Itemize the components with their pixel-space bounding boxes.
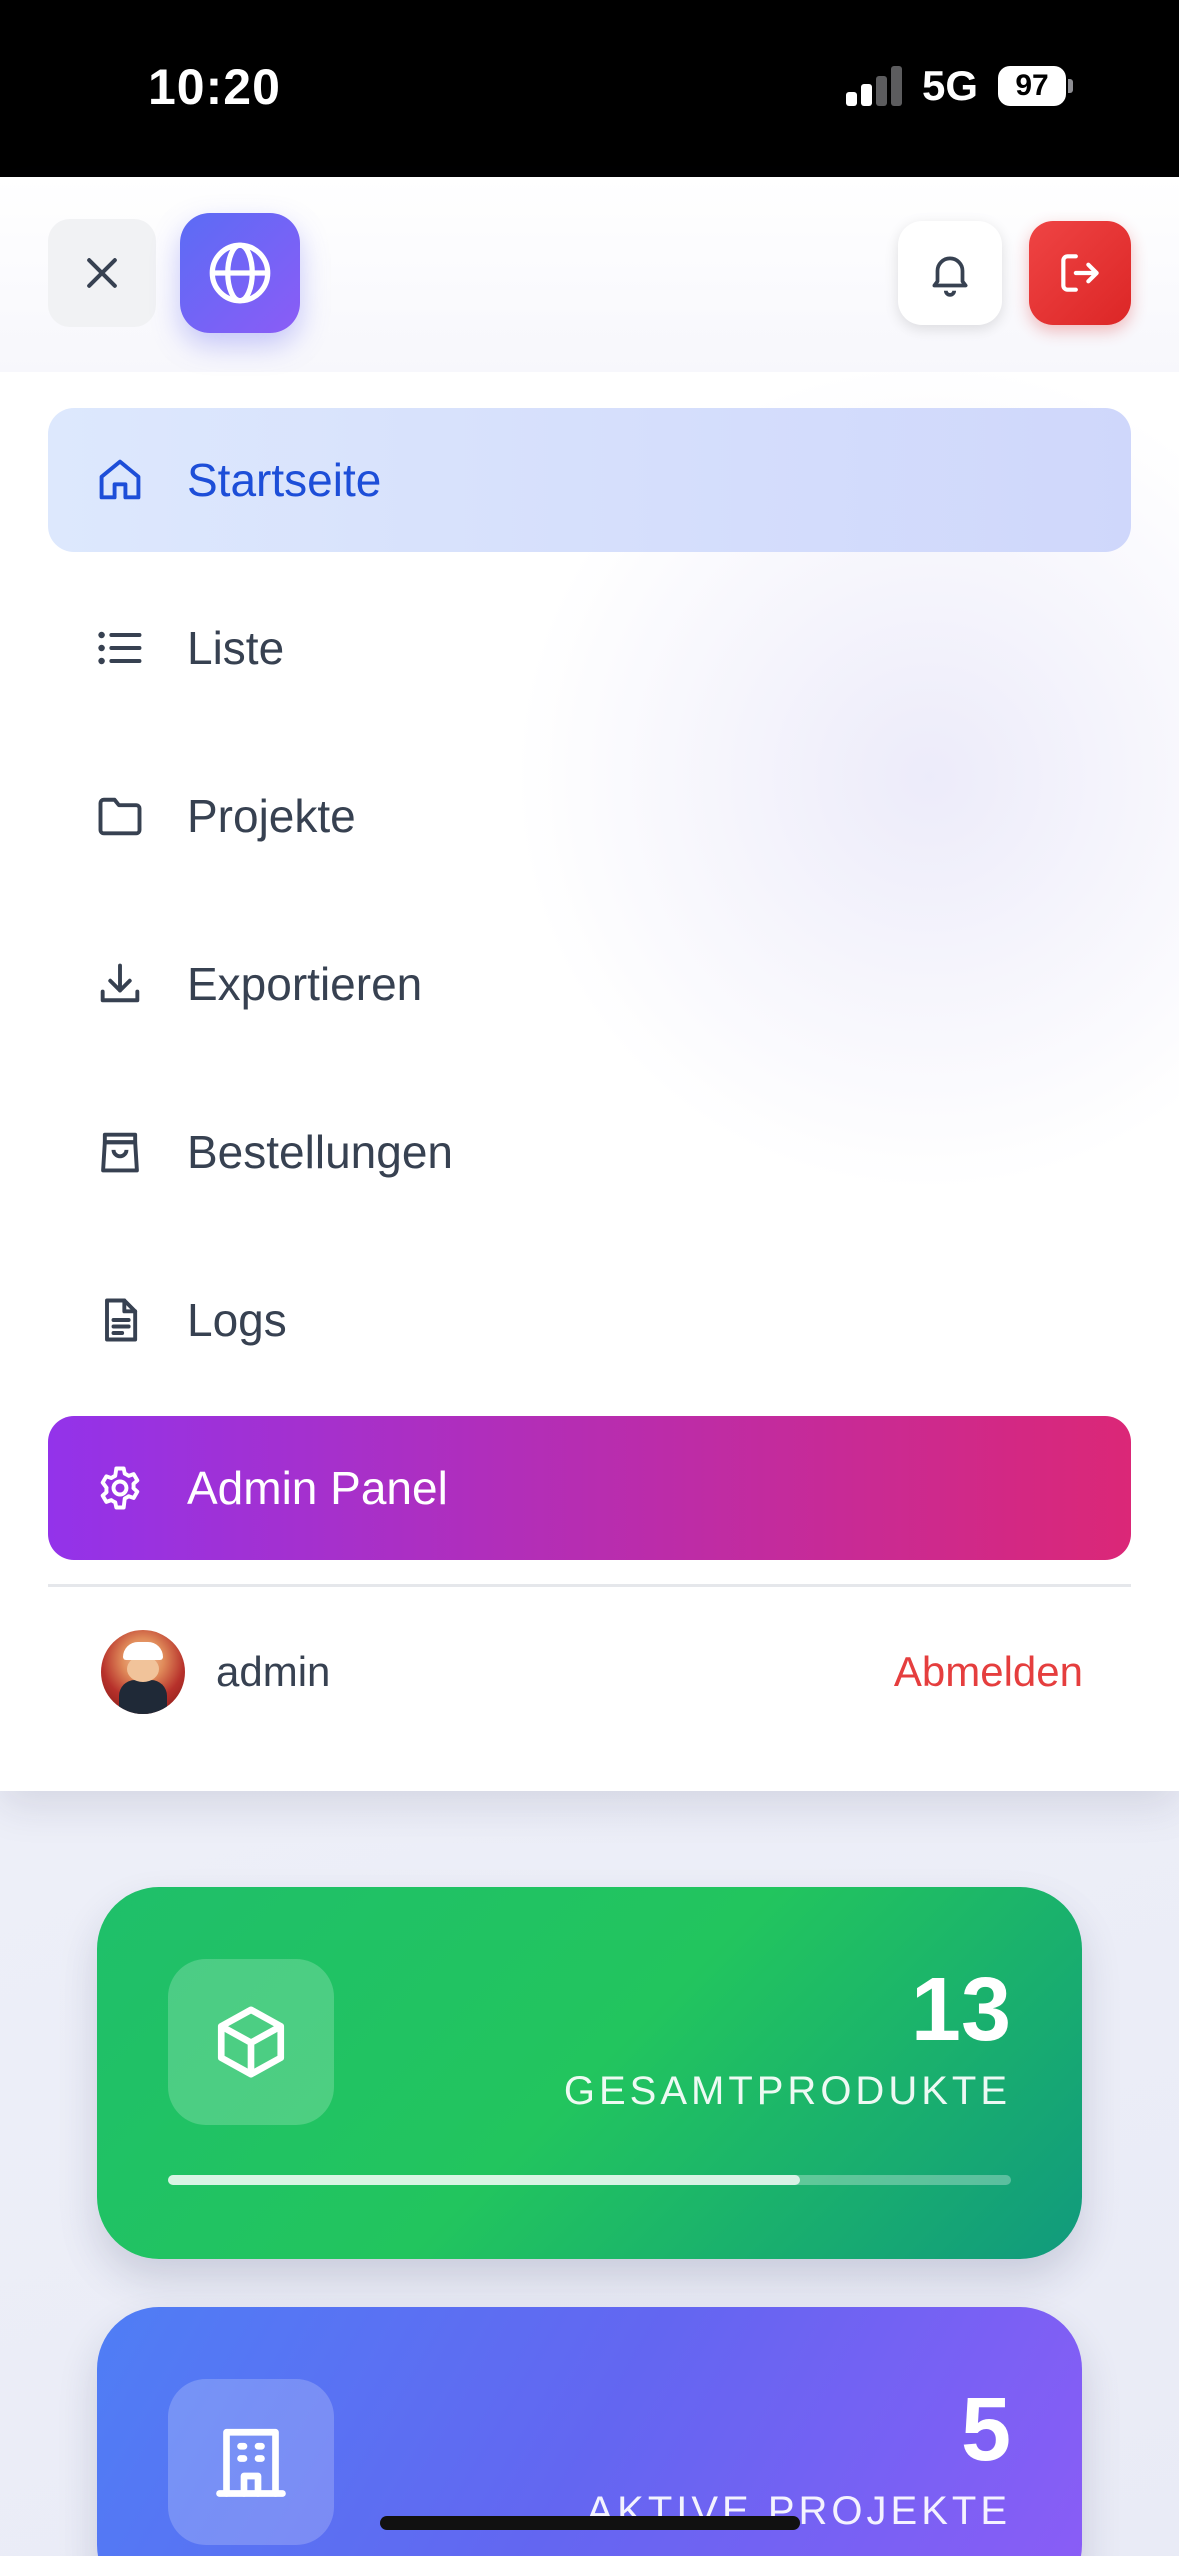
bell-icon (932, 256, 968, 297)
document-icon (94, 1294, 146, 1346)
signout-link[interactable]: Abmelden (894, 1597, 1083, 1747)
stat-card-total-products[interactable]: 13 GESAMTPRODUKTE (97, 1887, 1082, 2259)
signal-icon (846, 66, 904, 106)
stat-label: GESAMTPRODUKTE (563, 2069, 1011, 2113)
nav-label: Projekte (187, 790, 356, 842)
nav-item-startseite[interactable]: Startseite (48, 408, 1131, 552)
cube-icon (168, 1959, 334, 2125)
status-bar: 10:20 5G 97 (0, 0, 1179, 177)
progress-bar (168, 2175, 1011, 2185)
divider (48, 1584, 1131, 1587)
close-button[interactable] (48, 219, 156, 327)
folder-icon (94, 790, 146, 842)
drawer-header (0, 177, 1179, 372)
nav-label: Bestellungen (187, 1126, 453, 1178)
download-icon (94, 958, 146, 1010)
home-icon (94, 454, 146, 506)
battery-icon: 97 (998, 66, 1073, 106)
battery-level: 97 (998, 66, 1066, 106)
notifications-button[interactable] (898, 221, 1002, 325)
status-time: 10:20 (148, 59, 281, 115)
nav-item-admin-panel[interactable]: Admin Panel (48, 1416, 1131, 1560)
network-type: 5G (922, 62, 979, 109)
close-icon (87, 258, 117, 288)
nav-item-logs[interactable]: Logs (48, 1248, 1131, 1392)
user-name: admin (216, 1648, 331, 1695)
language-button[interactable] (180, 213, 300, 333)
stat-value: 5 (960, 2380, 1011, 2480)
nav-item-projekte[interactable]: Projekte (48, 744, 1131, 888)
nav-item-liste[interactable]: Liste (48, 576, 1131, 720)
logout-icon (1061, 254, 1099, 292)
nav-label: Admin Panel (187, 1462, 448, 1514)
building-icon (168, 2379, 334, 2545)
logout-button[interactable] (1029, 221, 1131, 325)
nav-item-bestellungen[interactable]: Bestellungen (48, 1080, 1131, 1224)
shopping-bag-icon (94, 1126, 146, 1178)
home-indicator (380, 2516, 800, 2530)
nav-label: Logs (187, 1294, 287, 1346)
progress-bar-fill (168, 2175, 801, 2185)
navigation-drawer: Startseite Liste Projekte Exportieren Be… (0, 177, 1179, 1791)
avatar[interactable] (101, 1630, 185, 1714)
gear-icon (94, 1462, 146, 1514)
stat-value: 13 (910, 1960, 1011, 2060)
nav-label: Exportieren (187, 958, 423, 1010)
user-row: admin Abmelden (48, 1597, 1131, 1747)
nav-item-exportieren[interactable]: Exportieren (48, 912, 1131, 1056)
nav-label: Liste (187, 622, 285, 674)
list-icon (94, 622, 146, 674)
globe-icon (209, 242, 271, 304)
nav-label: Startseite (187, 454, 382, 506)
